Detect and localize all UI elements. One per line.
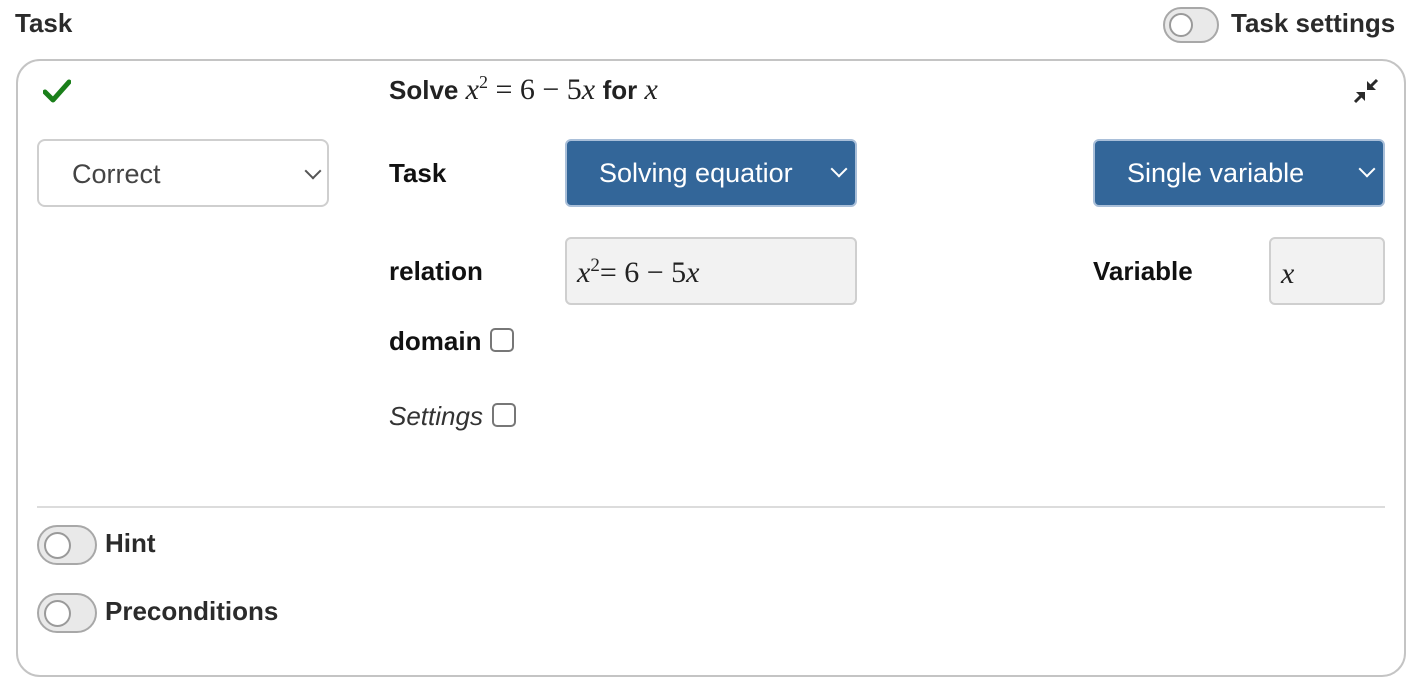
eq-rhs-var: x <box>581 73 596 106</box>
grade-select-value: Correct <box>72 159 161 189</box>
task-settings-toggle[interactable] <box>1163 7 1219 43</box>
section-title: Task <box>15 8 73 38</box>
toggle-knob <box>44 600 71 627</box>
task-type-select-value: Solving equatior <box>599 158 793 188</box>
eq-rhs: = 6 − 5 <box>495 73 582 106</box>
checkmark-icon <box>43 79 71 103</box>
domain-checkbox[interactable] <box>490 328 514 352</box>
compress-arrows-icon[interactable] <box>1352 77 1380 105</box>
settings-checkbox[interactable] <box>492 403 516 427</box>
preconditions-label: Preconditions <box>105 596 279 626</box>
domain-label: domain <box>389 326 482 356</box>
title-variable: x <box>644 73 658 106</box>
task-title: Solve x2 = 6 − 5x for x <box>389 72 658 107</box>
toggle-knob <box>1169 13 1193 37</box>
settings-label: Settings <box>389 401 483 431</box>
title-prefix: Solve <box>389 75 459 105</box>
title-equation: x2 = 6 − 5x <box>465 72 603 106</box>
chevron-down-icon <box>830 160 848 178</box>
task-type-select[interactable]: Solving equatior <box>565 139 857 207</box>
relation-input[interactable]: x2= 6 − 5x <box>565 237 857 305</box>
hint-label: Hint <box>105 528 156 558</box>
title-for: for <box>602 75 638 105</box>
hint-toggle[interactable] <box>37 525 97 565</box>
variable-value: x <box>1281 257 1295 290</box>
eq-exponent: 2 <box>478 72 488 92</box>
preconditions-toggle[interactable] <box>37 593 97 633</box>
eq-var: x <box>465 73 479 106</box>
divider <box>37 506 1385 508</box>
rel-rhs: = 6 − 5 <box>599 256 687 289</box>
chevron-down-icon <box>304 162 322 180</box>
rel-exponent: 2 <box>590 255 600 276</box>
relation-value: x2= 6 − 5x <box>577 255 700 290</box>
relation-label: relation <box>389 256 483 286</box>
task-settings-label: Task settings <box>1231 8 1396 38</box>
chevron-down-icon <box>1358 160 1376 178</box>
toggle-knob <box>44 532 71 559</box>
grade-select[interactable]: Correct <box>37 139 329 207</box>
variable-mode-select[interactable]: Single variable <box>1093 139 1385 207</box>
rel-rhs-var: x <box>686 256 700 289</box>
variable-mode-select-value: Single variable <box>1127 158 1305 188</box>
rel-var: x <box>577 256 591 289</box>
variable-label: Variable <box>1093 256 1193 286</box>
variable-input[interactable]: x <box>1269 237 1385 305</box>
task-label: Task <box>389 158 447 188</box>
